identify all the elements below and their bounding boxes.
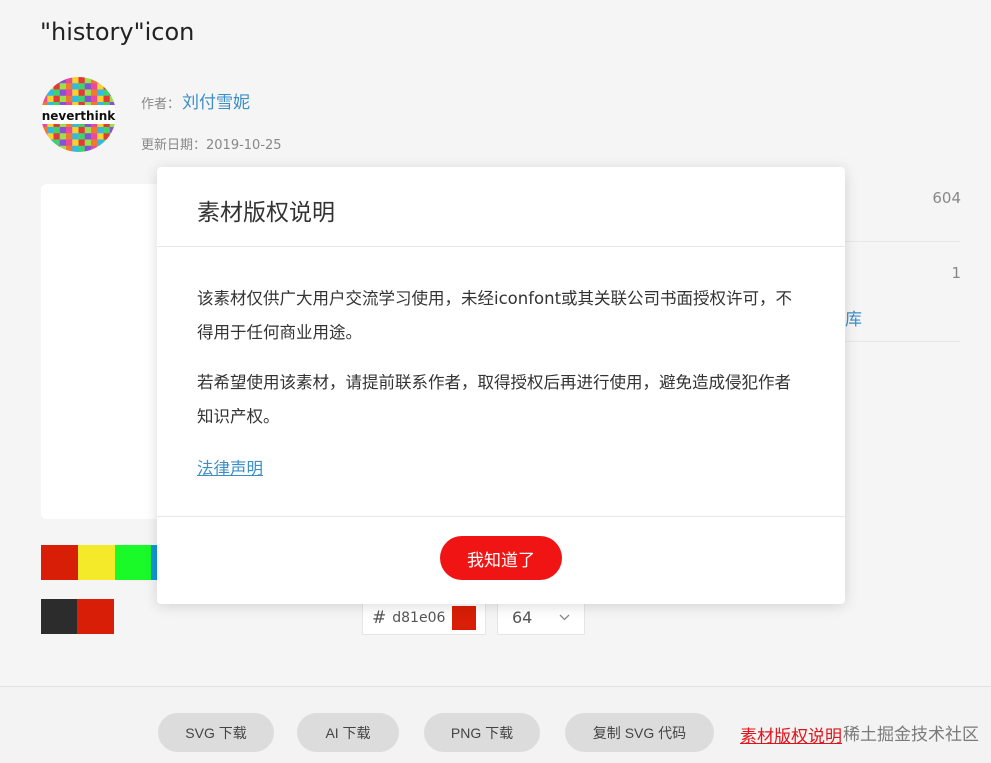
author-row: 作者： 刘付雪妮	[141, 88, 250, 113]
author-avatar[interactable]: neverthink	[41, 77, 116, 152]
size-select[interactable]: 64	[497, 600, 585, 635]
copyright-notice-link[interactable]: 素材版权说明	[740, 722, 842, 747]
author-name-link[interactable]: 刘付雪妮	[182, 93, 250, 113]
palette-swatch-green[interactable]	[115, 545, 151, 580]
modal-paragraph-2: 若希望使用该素材，请提前联系作者，取得授权后再进行使用，避免造成侵犯作者知识产权…	[197, 373, 791, 426]
avatar-text: neverthink	[42, 109, 116, 123]
author-label: 作者：	[141, 97, 181, 112]
update-date-label: 更新日期：	[141, 138, 207, 153]
color-preview-chip[interactable]	[452, 605, 477, 630]
color-hex-value[interactable]: d81e06	[392, 610, 445, 626]
copyright-modal: 素材版权说明 该素材仅供广大用户交流学习使用，未经iconfont或其关联公司书…	[157, 167, 845, 604]
acknowledge-button[interactable]: 我知道了	[440, 536, 562, 580]
palette-swatch-red[interactable]	[41, 545, 78, 580]
modal-footer-divider	[157, 516, 845, 517]
update-date-value: 2019-10-25	[206, 138, 282, 153]
modal-paragraph-1: 该素材仅供广大用户交流学习使用，未经iconfont或其关联公司书面授权许可，不…	[197, 289, 793, 342]
modal-title: 素材版权说明	[197, 200, 335, 226]
palette-swatch-black[interactable]	[41, 599, 77, 634]
color-hex-input[interactable]: # d81e06	[362, 600, 486, 635]
stat-count-secondary: 1	[951, 264, 961, 282]
copy-svg-code-button[interactable]: 复制 SVG 代码	[565, 713, 714, 752]
modal-header-divider	[157, 246, 845, 247]
svg-download-button[interactable]: SVG 下载	[158, 713, 274, 752]
palette-swatch-red-2[interactable]	[77, 599, 114, 634]
stat-divider-top	[845, 241, 960, 242]
avatar-image: neverthink	[41, 77, 116, 152]
stat-divider-bottom	[845, 341, 960, 342]
page-title: "history"icon	[40, 18, 195, 46]
ai-download-button[interactable]: AI 下载	[297, 713, 399, 752]
icon-preview-card	[41, 184, 171, 519]
chevron-down-icon	[559, 614, 570, 621]
png-download-button[interactable]: PNG 下载	[424, 713, 540, 752]
size-select-value: 64	[512, 608, 533, 627]
watermark-text: 稀土掘金技术社区	[843, 725, 979, 745]
update-date-row: 更新日期：2019-10-25	[141, 134, 282, 153]
library-link[interactable]: 库	[845, 305, 862, 330]
palette-swatch-yellow[interactable]	[78, 545, 115, 580]
stat-count-primary: 604	[932, 189, 961, 207]
hash-symbol: #	[372, 607, 387, 628]
legal-statement-link[interactable]: 法律声明	[197, 455, 263, 479]
